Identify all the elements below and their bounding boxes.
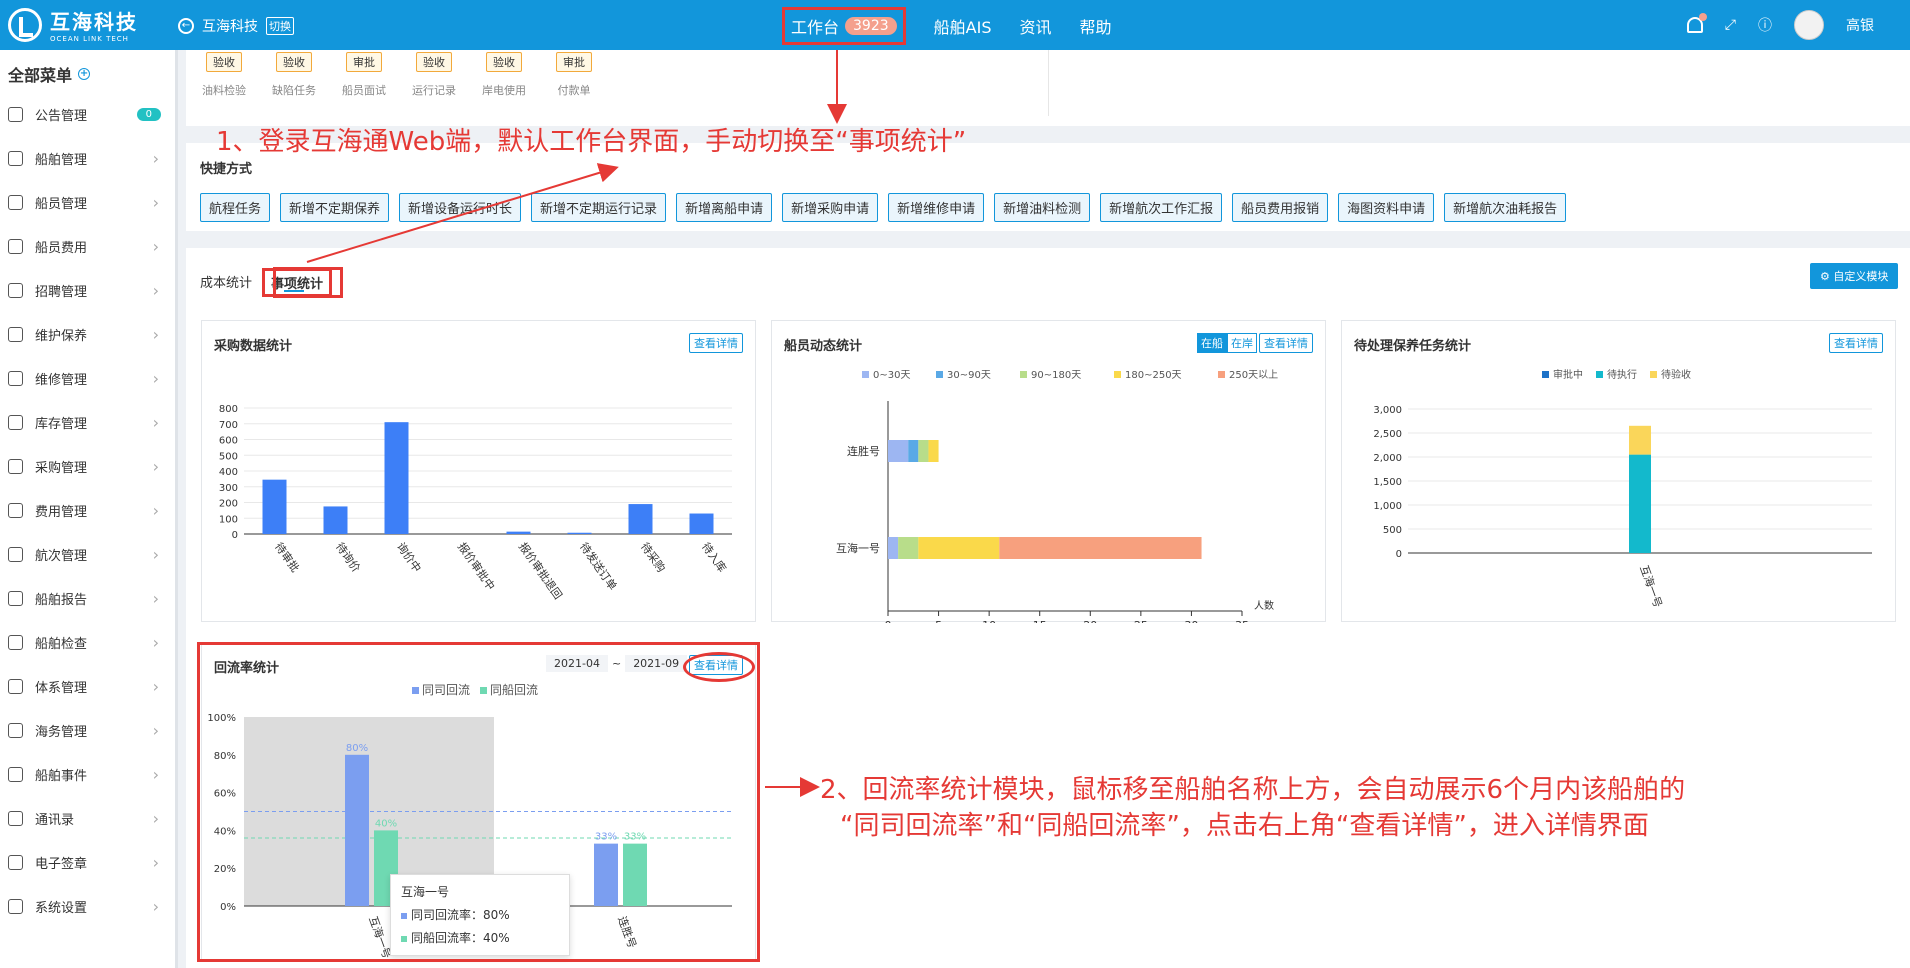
annotation-2a: 2、回流率统计模块，鼠标移至船舶名称上方，会自动展示6个月内该船舶的 [820, 775, 1686, 805]
annotation-2b: “同司回流率”和“同船回流率”，点击右上角“查看详情”，进入详情界面 [840, 811, 1649, 841]
annotation-1: 1、登录互海通Web端，默认工作台界面，手动切换至“事项统计” [216, 127, 967, 157]
